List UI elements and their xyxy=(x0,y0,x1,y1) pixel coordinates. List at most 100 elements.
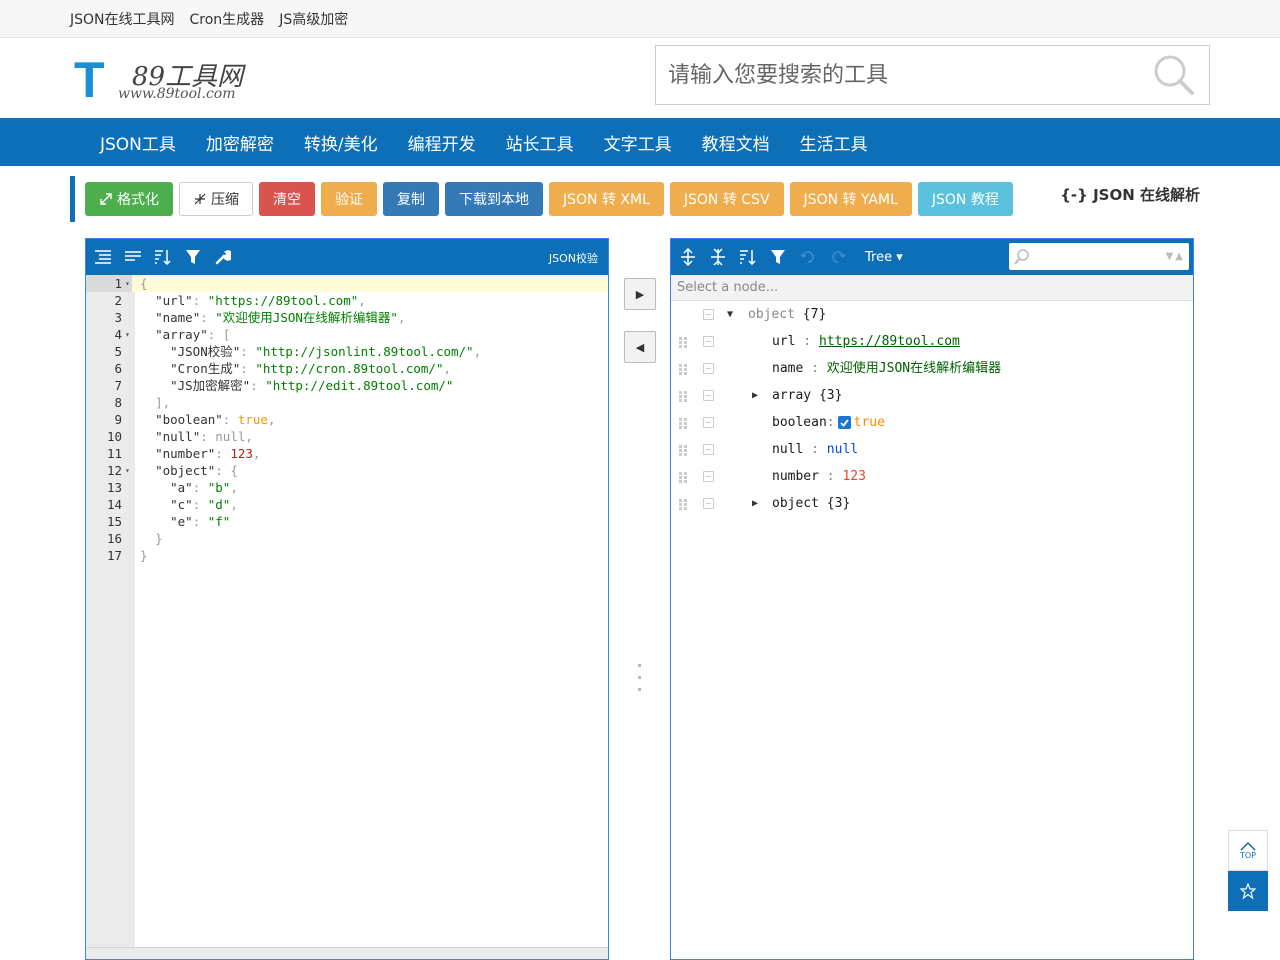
code-line: 1 ▾{ xyxy=(86,275,608,292)
validate-button[interactable]: 验证 xyxy=(321,182,377,216)
tree-key[interactable]: array xyxy=(772,388,811,403)
context-menu-button[interactable] xyxy=(703,444,714,455)
format-json-icon[interactable] xyxy=(92,246,114,268)
fold-toggle[interactable]: ▾ xyxy=(125,326,130,343)
tree-row[interactable]: number : 123 xyxy=(671,463,1193,490)
floating-side-widget: TOP xyxy=(1228,830,1268,911)
compress-button[interactable]: 压缩 xyxy=(179,182,253,216)
drag-handle-icon[interactable] xyxy=(679,337,687,348)
copy-to-right-button[interactable]: ▶ xyxy=(624,278,656,310)
select-node-placeholder: Select a node... xyxy=(677,280,779,295)
nav-json-tools[interactable]: JSON工具 xyxy=(100,130,176,155)
nav-encrypt[interactable]: 加密解密 xyxy=(206,130,274,155)
boolean-checkbox[interactable] xyxy=(837,416,851,429)
json-validate-label[interactable]: JSON校验 xyxy=(549,250,598,266)
context-menu-button[interactable] xyxy=(703,363,714,374)
fold-toggle[interactable]: ▾ xyxy=(125,275,130,292)
json-tutorial-button[interactable]: JSON 教程 xyxy=(917,182,1013,216)
tree-key[interactable]: object xyxy=(772,496,819,511)
drag-handle-icon[interactable] xyxy=(679,445,687,456)
tree-value[interactable]: https://89tool.com xyxy=(819,334,960,349)
search-input[interactable] xyxy=(656,46,1139,104)
arrow-left-icon: ◀ xyxy=(635,340,645,354)
favorite-button[interactable] xyxy=(1228,871,1268,911)
mode-switch[interactable]: Tree ▾ xyxy=(865,250,903,265)
drag-handle-icon[interactable] xyxy=(679,499,687,510)
tree-count: {3} xyxy=(818,388,843,403)
tree-root-row[interactable]: ▼ object {7} xyxy=(671,301,1193,328)
context-menu-button[interactable] xyxy=(703,390,714,401)
top-link-json-tools[interactable]: JSON在线工具网 xyxy=(70,9,175,29)
format-button-label: 格式化 xyxy=(117,192,159,208)
tree-key[interactable]: number xyxy=(772,469,819,484)
tree-value[interactable]: 123 xyxy=(842,469,865,484)
tree-value[interactable]: true xyxy=(854,409,885,436)
search-next-icon[interactable]: ▼ xyxy=(1166,251,1174,262)
tree-search-box[interactable]: ▼ ▲ xyxy=(1009,243,1189,270)
download-button[interactable]: 下载到本地 xyxy=(445,182,543,216)
tree-row[interactable]: ▶ object {3} xyxy=(671,490,1193,517)
tree-row[interactable]: boolean : true xyxy=(671,409,1193,436)
expand-all-icon[interactable] xyxy=(677,246,699,268)
tree-value[interactable]: null xyxy=(827,442,858,457)
panel-splitter-handle[interactable] xyxy=(638,664,642,694)
context-menu-button[interactable] xyxy=(703,471,714,482)
json-to-yaml-button[interactable]: JSON 转 YAML xyxy=(789,182,912,216)
drag-handle-icon[interactable] xyxy=(679,418,687,429)
format-button[interactable]: 格式化 xyxy=(85,182,173,216)
filter-icon[interactable] xyxy=(182,246,204,268)
nav-text[interactable]: 文字工具 xyxy=(604,130,672,155)
tree-value[interactable]: 欢迎使用JSON在线解析编辑器 xyxy=(827,361,1001,376)
tree-row[interactable]: null : null xyxy=(671,436,1193,463)
filter-icon[interactable] xyxy=(767,246,789,268)
tree-row[interactable]: name : 欢迎使用JSON在线解析编辑器 xyxy=(671,355,1193,382)
tree-key[interactable]: boolean xyxy=(772,409,827,436)
nav-dev[interactable]: 编程开发 xyxy=(408,130,476,155)
context-menu-button[interactable] xyxy=(703,498,714,509)
nav-convert[interactable]: 转换/美化 xyxy=(304,130,378,155)
editor-status-bar xyxy=(86,947,608,959)
json-to-csv-button[interactable]: JSON 转 CSV xyxy=(669,182,784,216)
fold-toggle[interactable]: ▾ xyxy=(125,462,130,479)
nav-webmaster[interactable]: 站长工具 xyxy=(506,130,574,155)
top-link-cron[interactable]: Cron生成器 xyxy=(190,9,265,29)
repair-wrench-icon[interactable] xyxy=(212,246,234,268)
tree-key[interactable]: url xyxy=(772,334,795,349)
code-line: 16 } xyxy=(106,531,163,546)
node-breadcrumb[interactable]: Select a node... xyxy=(671,275,1193,301)
nav-docs[interactable]: 教程文档 xyxy=(702,130,770,155)
compact-json-icon[interactable] xyxy=(122,246,144,268)
collapse-all-icon[interactable] xyxy=(707,246,729,268)
tree-key[interactable]: null xyxy=(772,442,803,457)
expand-triangle-icon[interactable]: ▶ xyxy=(752,490,758,517)
top-link-js-encrypt[interactable]: JS高级加密 xyxy=(279,9,348,29)
drag-handle-icon[interactable] xyxy=(679,472,687,483)
collapse-triangle-icon[interactable]: ▼ xyxy=(727,301,733,328)
copy-to-left-button[interactable]: ◀ xyxy=(624,331,656,363)
tree-key[interactable]: name xyxy=(772,361,803,376)
code-line: 4 ▾ "array": [ xyxy=(114,326,231,343)
copy-button[interactable]: 复制 xyxy=(383,182,439,216)
search-icon[interactable] xyxy=(1139,46,1209,104)
context-menu-button[interactable] xyxy=(703,309,714,320)
tree-row[interactable]: url : https://89tool.com xyxy=(671,328,1193,355)
braces-icon: {-} xyxy=(1060,186,1088,204)
tree-row[interactable]: ▶ array {3} xyxy=(671,382,1193,409)
sort-icon[interactable] xyxy=(152,246,174,268)
back-to-top-button[interactable]: TOP xyxy=(1228,830,1268,871)
star-icon xyxy=(1240,883,1256,899)
drag-handle-icon[interactable] xyxy=(679,391,687,402)
back-to-top-label: TOP xyxy=(1239,851,1256,860)
expand-triangle-icon[interactable]: ▶ xyxy=(752,382,758,409)
json-to-xml-button[interactable]: JSON 转 XML xyxy=(549,182,664,216)
sort-icon[interactable] xyxy=(737,246,759,268)
context-menu-button[interactable] xyxy=(703,417,714,428)
context-menu-button[interactable] xyxy=(703,336,714,347)
code-area[interactable]: 1 ▾{ 2 "url": "https://89tool.com", 3 "na… xyxy=(86,275,608,959)
code-line: 7 "JS加密解密": "http://edit.89tool.com/" xyxy=(114,378,454,393)
nav-life[interactable]: 生活工具 xyxy=(800,130,868,155)
search-previous-icon[interactable]: ▲ xyxy=(1175,251,1183,262)
site-logo[interactable]: T 89工具网 www.89tool.com xyxy=(74,55,274,106)
clear-button[interactable]: 清空 xyxy=(259,182,315,216)
drag-handle-icon[interactable] xyxy=(679,364,687,375)
